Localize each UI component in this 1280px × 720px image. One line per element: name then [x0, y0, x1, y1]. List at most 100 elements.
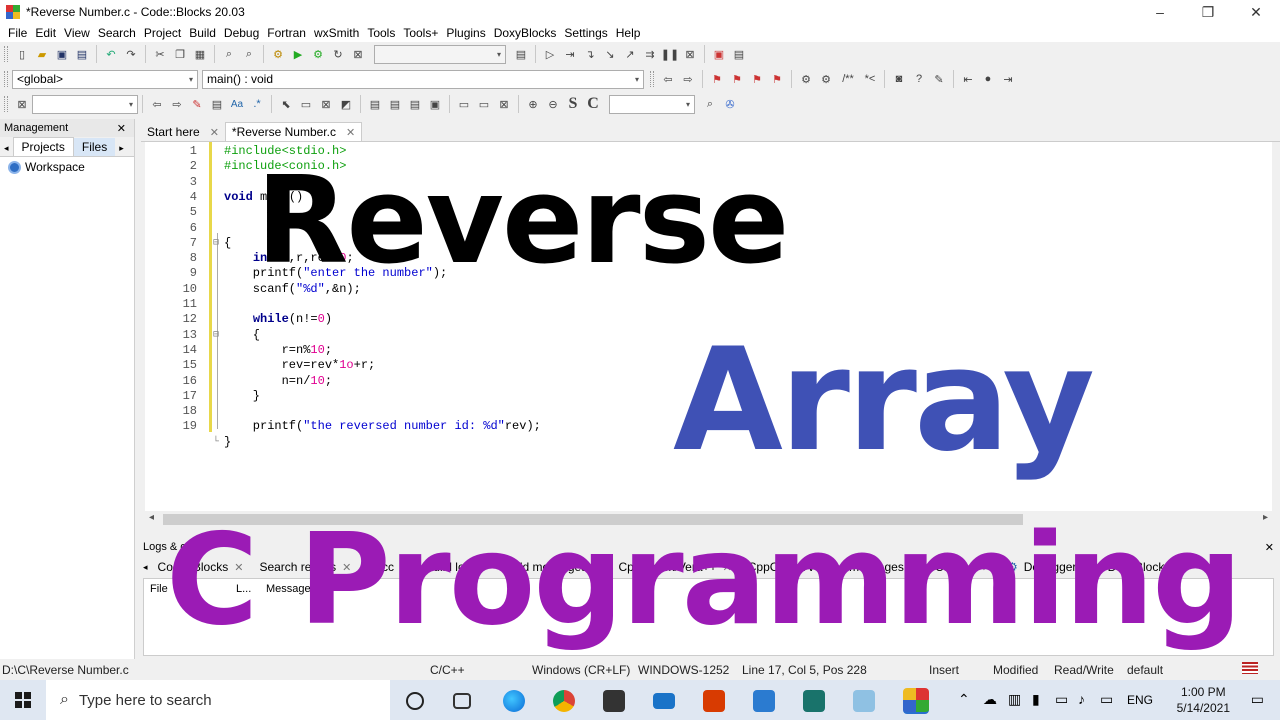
tray-battery-icon[interactable]: ▮ — [1032, 691, 1040, 708]
toolbar-grip[interactable] — [4, 71, 8, 87]
tab-close-icon[interactable]: ✕ — [346, 126, 355, 139]
build-gear-icon[interactable]: ⚙ — [269, 45, 287, 63]
step-into-icon[interactable]: ↘ — [601, 45, 619, 63]
run-icon[interactable]: ▶ — [289, 45, 307, 63]
widget-9-icon[interactable]: ▭ — [475, 95, 493, 113]
debug-windows-icon[interactable]: ▣ — [710, 45, 728, 63]
match-case-icon[interactable]: Aa — [228, 95, 246, 113]
jump-forward-icon[interactable]: ⇨ — [679, 70, 697, 88]
rebuild-icon[interactable]: ↻ — [329, 45, 347, 63]
redo-icon[interactable]: ↷ — [122, 45, 140, 63]
chrome-icon[interactable] — [553, 690, 575, 712]
edge-icon[interactable] — [503, 690, 525, 712]
start-button[interactable] — [0, 680, 46, 720]
taskbar-search[interactable]: ⌕ Type here to search — [46, 680, 390, 720]
doxy-help-icon[interactable]: ? — [910, 70, 928, 88]
pointer-icon[interactable]: ⬉ — [277, 95, 295, 113]
toolbar-grip[interactable] — [4, 96, 8, 112]
widget-6-icon[interactable]: ▤ — [406, 95, 424, 113]
text-c-button[interactable]: C — [584, 95, 602, 113]
next-line-icon[interactable]: ↴ — [581, 45, 599, 63]
widget-7-icon[interactable]: ▣ — [426, 95, 444, 113]
highlight-icon[interactable]: ✎ — [188, 95, 206, 113]
clock[interactable]: 1:00 PM 5/14/2021 — [1177, 684, 1230, 716]
notification-icon[interactable]: ▭ — [1251, 691, 1264, 708]
pause-icon[interactable]: ❚❚ — [661, 45, 679, 63]
tray-display-icon[interactable]: ▭ — [1100, 691, 1113, 708]
function-select[interactable]: main() : void ▾ — [202, 69, 644, 89]
widget-4-icon[interactable]: ▤ — [366, 95, 384, 113]
menu-help[interactable]: Help — [612, 26, 645, 40]
next-instruction-icon[interactable]: ⇉ — [641, 45, 659, 63]
build-target-select[interactable]: ▾ — [374, 44, 506, 64]
find-icon[interactable]: ⌕ — [220, 45, 238, 63]
tab-close-icon[interactable]: ✕ — [210, 126, 219, 139]
tools-icon[interactable]: ✇ — [721, 95, 739, 113]
debug-info-icon[interactable]: ▤ — [730, 45, 748, 63]
menu-fortran[interactable]: Fortran — [263, 26, 310, 40]
tab-files[interactable]: Files — [73, 138, 116, 156]
stop-debug-icon[interactable]: ⊠ — [681, 45, 699, 63]
code-line[interactable]: 11 — [145, 297, 1272, 312]
tab-projects[interactable]: Projects — [12, 137, 74, 156]
debug-run-icon[interactable]: ▷ — [541, 45, 559, 63]
doxy-html-icon[interactable]: ◙ — [890, 70, 908, 88]
save-icon[interactable]: ▣ — [53, 45, 71, 63]
tray-cloud-icon[interactable]: ☁ — [983, 691, 997, 708]
widget-1-icon[interactable]: ▭ — [297, 95, 315, 113]
bookmark-next-icon[interactable]: ⚑ — [748, 70, 766, 88]
tools-combo[interactable]: ▾ — [609, 94, 695, 114]
tray-chevron-icon[interactable]: ⌃ — [958, 691, 970, 708]
toolbar-grip[interactable] — [4, 46, 8, 62]
restore-button[interactable]: ❐ — [1184, 0, 1232, 24]
nav-first-icon[interactable]: ⇤ — [959, 70, 977, 88]
selected-only-icon[interactable]: ▤ — [208, 95, 226, 113]
bookmark-clear-icon[interactable]: ⚑ — [768, 70, 786, 88]
text-s-button[interactable]: S — [564, 95, 582, 113]
tray-wifi-icon[interactable]: ▭ — [1055, 691, 1068, 708]
doxy-wizard-icon[interactable]: ⚙ — [797, 70, 815, 88]
zoom-out-icon[interactable]: ⊖ — [544, 95, 562, 113]
doxy-extract-icon[interactable]: ⚙ — [817, 70, 835, 88]
open-file-icon[interactable]: ▰ — [33, 45, 51, 63]
task-view-icon[interactable] — [453, 693, 471, 709]
mail-icon[interactable] — [653, 693, 675, 709]
zoom-in-icon[interactable]: ⊕ — [524, 95, 542, 113]
abort-icon[interactable]: ⊠ — [349, 45, 367, 63]
app-notes-icon[interactable] — [853, 690, 875, 712]
management-close-icon[interactable]: ✕ — [117, 122, 126, 135]
regex-icon[interactable]: .* — [248, 95, 266, 113]
scroll-left-icon[interactable]: ◂ — [149, 512, 154, 523]
nav-last-icon[interactable]: ⇥ — [999, 70, 1017, 88]
widget-8-icon[interactable]: ▭ — [455, 95, 473, 113]
replace-icon[interactable]: ⌕ — [240, 45, 258, 63]
store-icon[interactable] — [603, 690, 625, 712]
scroll-right-icon[interactable]: ▸ — [1263, 512, 1268, 523]
menu-settings[interactable]: Settings — [560, 26, 611, 40]
app-arrow-icon[interactable] — [803, 690, 825, 712]
bookmark-prev-icon[interactable]: ⚑ — [728, 70, 746, 88]
cortana-icon[interactable] — [406, 692, 424, 710]
fold-marker-icon[interactable]: └ — [213, 435, 221, 450]
menu-doxyblocks[interactable]: DoxyBlocks — [490, 26, 561, 40]
undo-icon[interactable]: ↶ — [102, 45, 120, 63]
menu-edit[interactable]: Edit — [31, 26, 60, 40]
nav-dot-icon[interactable]: ● — [979, 70, 997, 88]
paste-icon[interactable]: ▦ — [191, 45, 209, 63]
minimize-button[interactable]: – — [1136, 0, 1184, 24]
menu-tools-plus[interactable]: Tools+ — [399, 26, 442, 40]
run-to-cursor-icon[interactable]: ⇥ — [561, 45, 579, 63]
tab-start-here[interactable]: Start here ✕ — [141, 123, 225, 141]
doxy-settings-icon[interactable]: ✎ — [930, 70, 948, 88]
search-next-icon[interactable]: ⇨ — [168, 95, 186, 113]
menu-plugins[interactable]: Plugins — [442, 26, 489, 40]
build-run-icon[interactable]: ⚙ — [309, 45, 327, 63]
office-icon[interactable] — [703, 690, 725, 712]
tray-volume-icon[interactable]: ♪ — [1078, 691, 1085, 707]
save-all-icon[interactable]: ▤ — [73, 45, 91, 63]
workspace-node[interactable]: Workspace — [0, 157, 134, 177]
menu-debug[interactable]: Debug — [220, 26, 263, 40]
app-blue-icon[interactable] — [753, 690, 775, 712]
jump-back-icon[interactable]: ⇦ — [659, 70, 677, 88]
line-comment-icon[interactable]: *< — [861, 70, 879, 88]
